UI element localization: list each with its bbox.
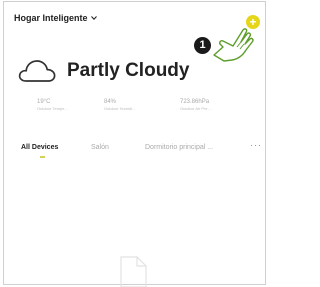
tab-salon[interactable]: Salón (91, 144, 109, 151)
humidity-value: 84% (104, 99, 117, 105)
air-pressure-value: 723.86hPa (180, 99, 210, 105)
home-selector[interactable]: Hogar Inteligente (14, 13, 97, 23)
humidity-label: Outdoor Humidi... (104, 106, 136, 111)
tab-dormitorio-principal[interactable]: Dormitorio principal ... (145, 144, 213, 151)
more-tabs-button[interactable]: ··· (250, 140, 262, 150)
temperature-value: 19°C (37, 99, 51, 105)
home-name: Hogar Inteligente (14, 13, 88, 23)
chevron-down-icon (90, 16, 97, 20)
air-pressure-stat: 723.86hPa Outdoor Air Pre... (180, 98, 211, 112)
temperature-label: Outdoor Tempe... (37, 106, 68, 111)
temperature-stat: 19°C Outdoor Tempe... (37, 98, 68, 112)
hand-pointer-icon (213, 28, 254, 62)
active-tab-indicator (40, 156, 45, 158)
empty-document-icon (120, 256, 147, 287)
tab-all-devices[interactable]: All Devices (21, 144, 58, 151)
partly-cloudy-icon (18, 60, 56, 82)
humidity-stat: 84% Outdoor Humidi... (104, 98, 135, 112)
weather-condition: Partly Cloudy (67, 60, 190, 81)
step-number-badge: 1 (194, 37, 211, 54)
air-pressure-label: Outdoor Air Pre... (180, 106, 211, 111)
